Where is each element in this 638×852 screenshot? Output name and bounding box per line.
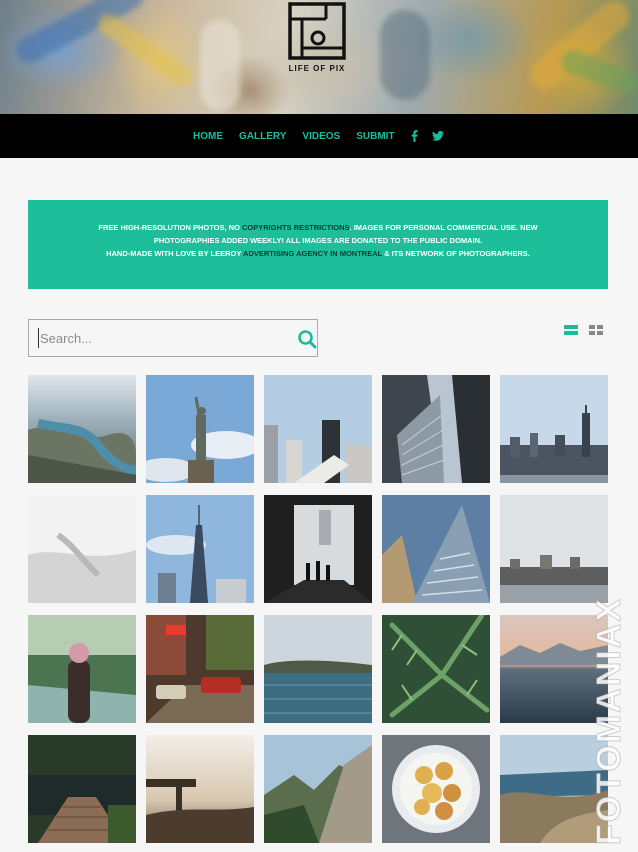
copyrights-link[interactable]: COPYRIGHTS RESTRICTIONS xyxy=(242,223,350,232)
photo-thumbnail[interactable] xyxy=(382,495,490,603)
banner-text: & ITS NETWORK OF PHOTOGRAPHERS. xyxy=(382,249,530,258)
search-input[interactable] xyxy=(38,328,288,348)
banner-text: FREE HIGH-RESOLUTION PHOTOS, NO xyxy=(98,223,243,232)
photo-thumbnail[interactable] xyxy=(28,375,136,483)
photo-thumbnail[interactable] xyxy=(28,495,136,603)
photo-thumbnail[interactable] xyxy=(500,495,608,603)
agency-link[interactable]: ADVERTISING AGENCY IN MONTREAL xyxy=(243,249,382,258)
photo-thumbnail[interactable] xyxy=(146,615,254,723)
nav-submit[interactable]: SUBMIT xyxy=(356,131,394,142)
photo-thumbnail[interactable] xyxy=(382,375,490,483)
photo-thumbnail[interactable] xyxy=(264,495,372,603)
watermark: FOTOMANIAX xyxy=(590,597,629,846)
nav-home[interactable]: HOME xyxy=(193,131,223,142)
photo-thumbnail[interactable] xyxy=(146,495,254,603)
photo-thumbnail[interactable] xyxy=(28,735,136,843)
info-banner: FREE HIGH-RESOLUTION PHOTOS, NO COPYRIGH… xyxy=(28,200,608,289)
photo-thumbnail[interactable] xyxy=(264,735,372,843)
banner-text: . IMAGES FOR PERSONAL COMMERCIAL USE. NE… xyxy=(349,223,538,232)
twitter-icon[interactable] xyxy=(431,131,444,141)
search-box xyxy=(28,319,318,357)
photo-thumbnail[interactable] xyxy=(146,735,254,843)
main-nav: HOME GALLERY VIDEOS SUBMIT xyxy=(0,114,638,158)
photo-thumbnail[interactable] xyxy=(28,615,136,723)
photo-grid xyxy=(28,375,608,852)
hero-header: LIFE OF PIX xyxy=(0,0,638,114)
page: LIFE OF PIX HOME GALLERY VIDEOS SUBMIT F… xyxy=(0,0,638,852)
photo-thumbnail[interactable] xyxy=(382,615,490,723)
banner-text: PHOTOGRAPHIES ADDED WEEKLY! ALL IMAGES A… xyxy=(153,236,483,245)
photo-thumbnail[interactable] xyxy=(264,375,372,483)
photo-thumbnail[interactable] xyxy=(146,375,254,483)
brand-name: LIFE OF PIX xyxy=(288,64,346,73)
grid-view-icon[interactable] xyxy=(589,325,603,336)
banner-text: HAND-MADE WITH LOVE BY LEEROY xyxy=(106,249,244,258)
list-view-icon[interactable] xyxy=(564,325,578,336)
photo-thumbnail[interactable] xyxy=(382,735,490,843)
search-icon[interactable] xyxy=(297,329,317,349)
photo-thumbnail[interactable] xyxy=(500,375,608,483)
nav-videos[interactable]: VIDEOS xyxy=(302,131,340,142)
facebook-icon[interactable] xyxy=(411,130,418,142)
nav-gallery[interactable]: GALLERY xyxy=(239,131,286,142)
photo-thumbnail[interactable] xyxy=(264,615,372,723)
